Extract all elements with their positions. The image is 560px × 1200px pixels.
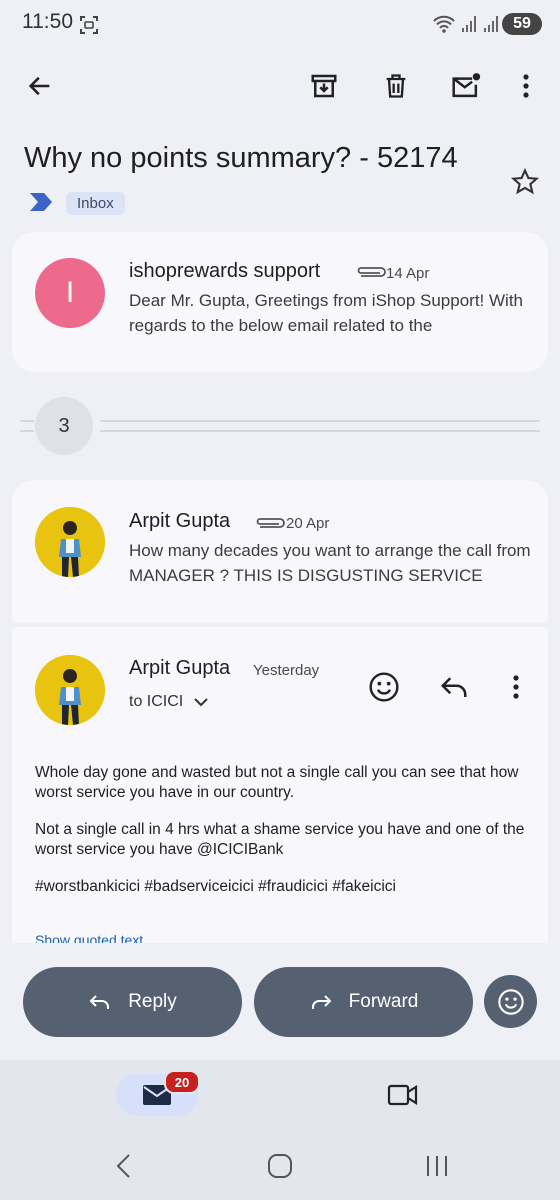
show-quoted-text-label: Show quoted text	[35, 932, 144, 943]
person-photo-icon	[35, 655, 105, 725]
message-date: 14 Apr	[386, 265, 430, 282]
forward-label: Forward	[348, 991, 419, 1012]
system-home-icon[interactable]	[267, 1153, 293, 1179]
delete-icon	[386, 74, 406, 98]
mark-unread-button[interactable]	[442, 64, 490, 108]
nav-meet-tab[interactable]	[378, 1074, 428, 1116]
importance-marker-icon[interactable]	[28, 191, 54, 213]
archive-icon	[311, 74, 337, 98]
recipient-text: to ICICI	[129, 693, 184, 710]
avatar: I	[35, 258, 105, 328]
collapsed-line-right	[100, 420, 540, 422]
sender-name: Arpit Gupta	[129, 657, 231, 679]
forward-button[interactable]: Forward	[254, 967, 473, 1037]
message-snippet: How many decades you want to arrange the…	[129, 541, 531, 585]
unread-count-text: 20	[174, 1074, 190, 1090]
toolbar	[0, 52, 560, 122]
more-options-button[interactable]	[506, 64, 546, 108]
sender-name: ishoprewards support	[129, 260, 321, 282]
delete-button[interactable]	[372, 64, 420, 108]
signal-icon	[462, 16, 476, 32]
collapsed-count-text: 3	[58, 414, 70, 437]
battery-level: 59	[513, 15, 531, 32]
reply-button[interactable]: Reply	[23, 967, 242, 1037]
avatar-initial: I	[65, 276, 75, 309]
more-vert-icon	[523, 74, 529, 98]
reply-icon-button[interactable]	[432, 665, 476, 709]
emoji-icon	[497, 988, 524, 1015]
reply-label: Reply	[128, 991, 177, 1012]
show-quoted-text-link[interactable]: Show quoted text	[35, 930, 143, 943]
unread-count-badge: 20	[164, 1070, 200, 1094]
video-camera-icon	[387, 1084, 418, 1106]
message-card-collapsed-2[interactable]: Arpit Gupta 20 Apr How many decades you …	[12, 480, 548, 622]
message-date: Yesterday	[253, 662, 320, 679]
message-card-collapsed[interactable]: I ishoprewards support 14 Apr Dear Mr. G…	[12, 232, 548, 372]
avatar[interactable]	[35, 655, 105, 725]
wifi-icon	[433, 15, 455, 33]
collapsed-line-left	[20, 420, 34, 422]
message-date: 20 Apr	[286, 515, 330, 532]
sender-name: Arpit Gupta	[129, 510, 231, 532]
message-body-paragraph-1: Whole day gone and wasted but not a sing…	[35, 764, 519, 801]
back-button[interactable]	[16, 64, 64, 108]
reply-icon	[89, 995, 110, 1009]
message-snippet: Dear Mr. Gupta, Greetings from iShop Sup…	[129, 291, 523, 335]
add-reaction-button[interactable]	[362, 665, 406, 709]
emoji-icon	[369, 672, 399, 702]
chevron-down-icon	[194, 698, 208, 707]
message-more-button[interactable]	[496, 665, 536, 709]
more-vert-icon	[513, 675, 519, 699]
star-icon[interactable]	[510, 167, 540, 197]
attachment-icon	[256, 518, 285, 528]
person-photo-icon	[35, 507, 105, 577]
screenshot-icon	[80, 16, 98, 34]
back-arrow-icon	[28, 76, 50, 96]
message-body-hashtags: #worstbankicici #badserviceicici #fraudi…	[35, 878, 396, 895]
system-back-icon[interactable]	[114, 1153, 134, 1179]
forward-icon	[311, 995, 332, 1009]
status-time: 11:50	[22, 10, 73, 33]
system-recents-icon[interactable]	[424, 1154, 450, 1178]
collapsed-line-left-2	[20, 430, 34, 432]
attachment-icon	[357, 267, 386, 277]
recipient-details-toggle[interactable]: to ICICI	[129, 693, 209, 711]
collapsed-messages-count[interactable]: 3	[35, 397, 93, 455]
avatar	[35, 507, 105, 577]
collapsed-line-right-2	[100, 430, 540, 432]
status-bar: 11:50 59	[0, 0, 560, 52]
mark-unread-icon	[452, 73, 481, 98]
bottom-navigation: 20	[0, 1060, 560, 1200]
signal-icon-2	[484, 16, 498, 32]
battery-indicator: 59	[502, 13, 542, 35]
reply-icon	[440, 677, 467, 697]
message-body-paragraph-2: Not a single call in 4 hrs what a shame …	[35, 821, 525, 858]
email-subject: Why no points summary? - 52174	[24, 142, 458, 174]
archive-button[interactable]	[300, 64, 348, 108]
inbox-label-chip[interactable]: Inbox	[66, 192, 125, 215]
reaction-button[interactable]	[484, 975, 537, 1028]
